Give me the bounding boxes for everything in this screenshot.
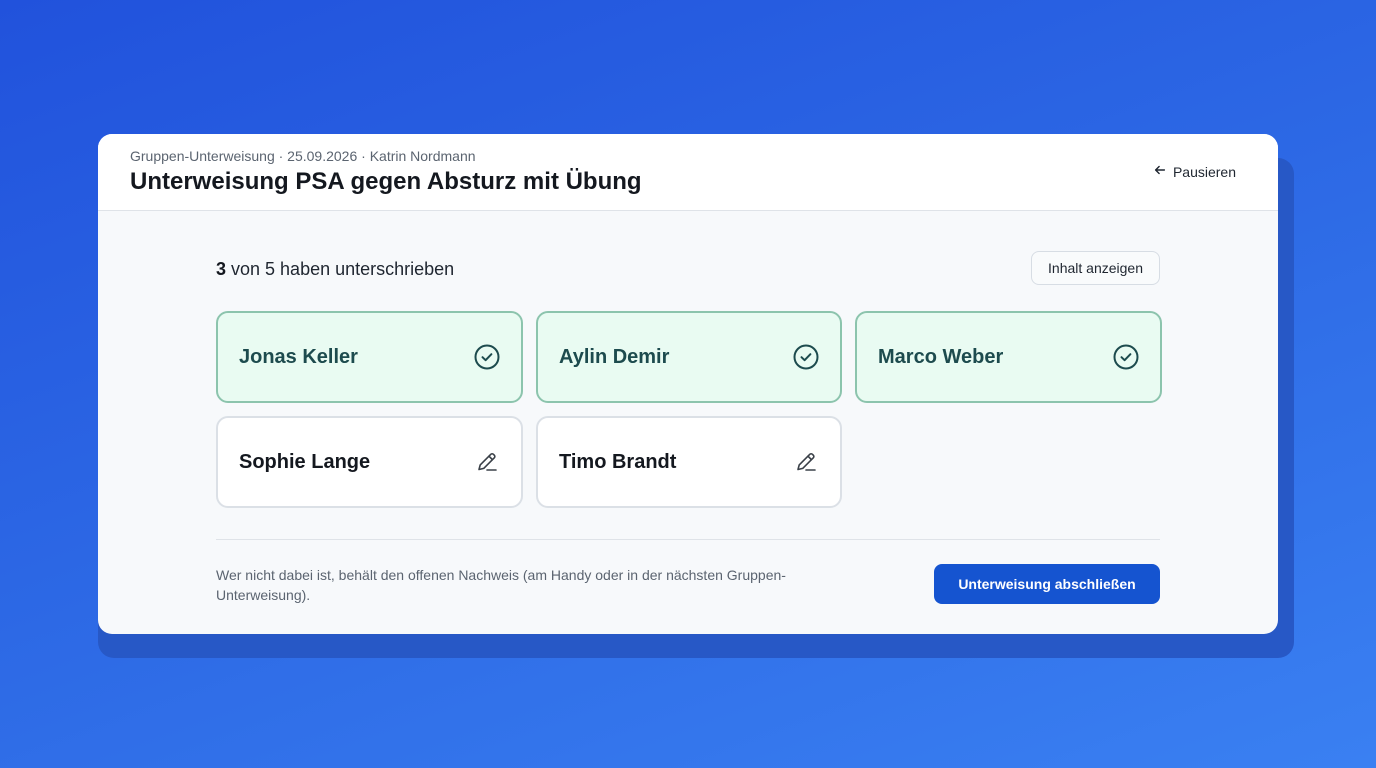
- participant-card[interactable]: Jonas Keller: [216, 311, 523, 403]
- participant-card[interactable]: Aylin Demir: [536, 311, 842, 403]
- check-circle-icon: [473, 343, 501, 371]
- participant-name: Timo Brandt: [559, 450, 677, 473]
- check-circle-icon: [1112, 343, 1140, 371]
- pen-icon: [473, 448, 501, 476]
- signature-status: 3 von 5 haben unterschrieben: [216, 259, 454, 280]
- status-row: 3 von 5 haben unterschrieben Inhalt anze…: [216, 251, 1160, 287]
- finish-button[interactable]: Unterweisung abschließen: [934, 564, 1160, 604]
- page-title: Unterweisung PSA gegen Absturz mit Übung: [130, 168, 642, 195]
- arrow-left-icon: [1153, 163, 1167, 180]
- footer-note: Wer nicht dabei ist, behält den offenen …: [216, 567, 786, 603]
- show-content-button[interactable]: Inhalt anzeigen: [1031, 251, 1160, 285]
- participant-card[interactable]: Sophie Lange: [216, 416, 523, 508]
- participant-card[interactable]: Marco Weber: [855, 311, 1162, 403]
- participant-grid: Jonas Keller Aylin Demir Marco Weber Sophie…: [216, 311, 1162, 508]
- card-header: Gruppen-Unterweisung · 25.09.2026 · Katr…: [98, 134, 1278, 211]
- session-card: Gruppen-Unterweisung · 25.09.2026 · Katr…: [98, 134, 1278, 634]
- participant-name: Aylin Demir: [559, 345, 670, 368]
- participant-name: Marco Weber: [878, 345, 1004, 368]
- participant-card[interactable]: Timo Brandt: [536, 416, 842, 508]
- signed-status-text: von 5 haben unterschrieben: [226, 259, 455, 279]
- signed-count: 3: [216, 259, 227, 279]
- session-subtitle: Gruppen-Unterweisung · 25.09.2026 · Katr…: [130, 148, 476, 164]
- participant-name: Sophie Lange: [239, 450, 371, 473]
- participant-name: Jonas Keller: [239, 345, 358, 368]
- divider: [216, 539, 1160, 540]
- pen-icon: [792, 448, 820, 476]
- pause-label: Pausieren: [1172, 163, 1236, 180]
- check-circle-icon: [792, 343, 820, 371]
- main-content: 3 von 5 haben unterschrieben Inhalt anze…: [216, 251, 1162, 604]
- pause-button[interactable]: Pausieren: [1153, 163, 1236, 180]
